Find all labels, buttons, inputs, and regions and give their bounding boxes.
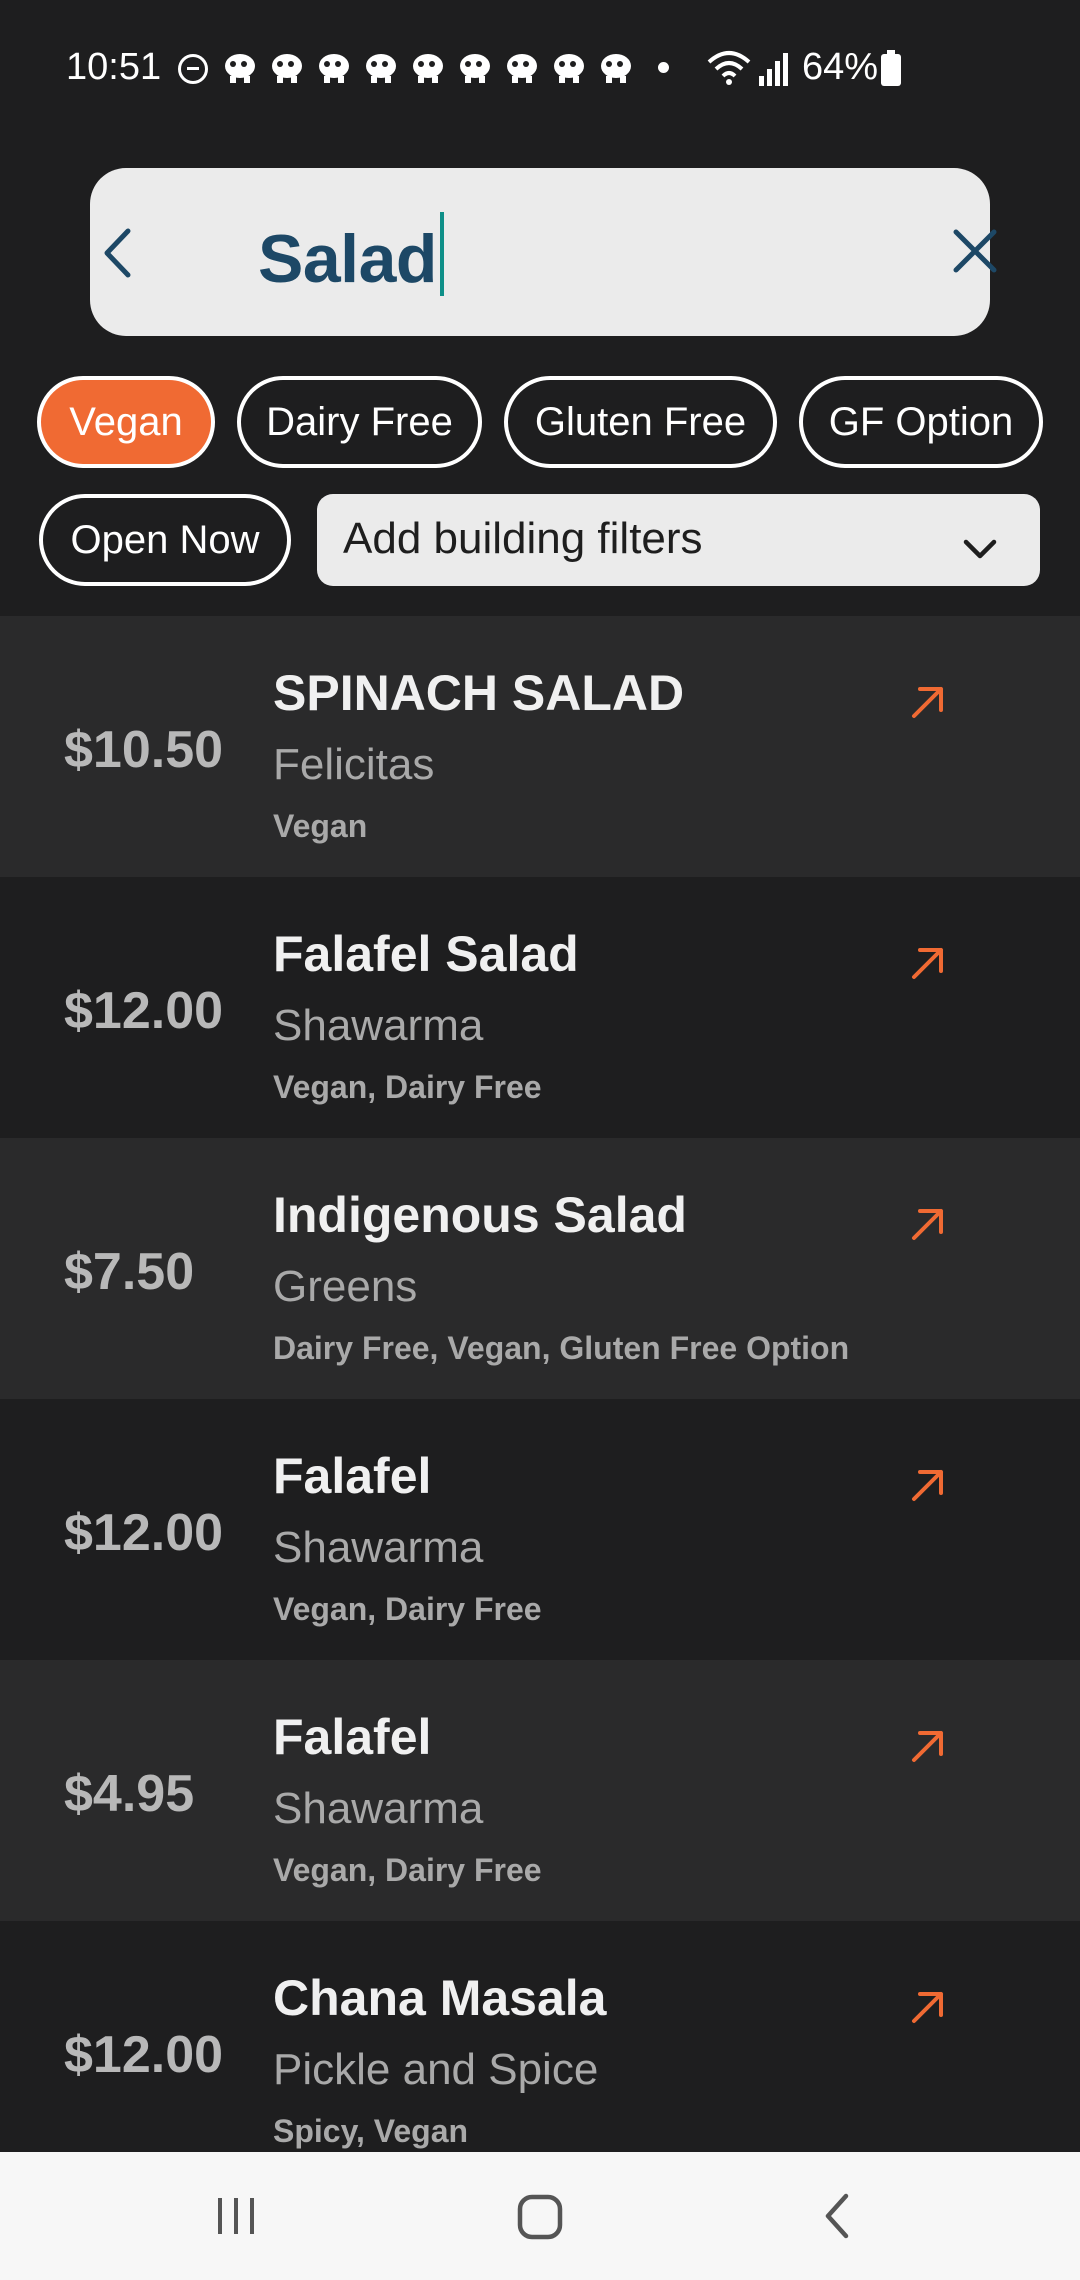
list-item[interactable]: $12.00 Falafel Salad Shawarma Vegan, Dai…: [0, 877, 1080, 1138]
notification-icon: [222, 50, 258, 84]
chip-label: Dairy Free: [266, 400, 453, 444]
item-venue: Shawarma: [273, 1523, 484, 1572]
chip-label: Open Now: [70, 518, 260, 562]
item-tags: Vegan: [273, 808, 368, 844]
arrow-up-right-icon[interactable]: [908, 1987, 948, 2032]
list-item[interactable]: $12.00 Chana Masala Pickle and Spice Spi…: [0, 1921, 1080, 2152]
chip-label: GF Option: [828, 400, 1014, 444]
chip-label: Vegan: [69, 400, 183, 444]
list-item[interactable]: $10.50 SPINACH SALAD Felicitas Vegan: [0, 616, 1080, 877]
list-item[interactable]: $7.50 Indigenous Salad Greens Dairy Free…: [0, 1138, 1080, 1399]
battery-percentage: 64%: [802, 46, 879, 88]
item-venue: Shawarma: [273, 1784, 484, 1833]
item-price: $10.50: [64, 721, 224, 779]
status-time: 10:51: [66, 46, 162, 88]
item-tags: Dairy Free, Vegan, Gluten Free Option: [273, 1330, 850, 1366]
search-bar[interactable]: Salad: [90, 168, 997, 336]
filter-chip-gluten-free[interactable]: Gluten Free: [504, 376, 777, 468]
item-tags: Spicy, Vegan: [273, 2113, 469, 2149]
item-name: Falafel Salad: [273, 926, 579, 982]
filter-chip-open-now[interactable]: Open Now: [39, 494, 291, 586]
arrow-up-right-icon[interactable]: [908, 1204, 948, 1249]
home-icon[interactable]: [517, 2194, 563, 2245]
item-name: Indigenous Salad: [273, 1187, 687, 1243]
item-price: $12.00: [64, 982, 224, 1040]
item-tags: Vegan, Dairy Free: [273, 1591, 542, 1627]
building-filter-label: Add building filters: [343, 514, 703, 563]
item-venue: Shawarma: [273, 1001, 484, 1050]
arrow-up-right-icon[interactable]: [908, 1726, 948, 1771]
arrow-up-right-icon[interactable]: [908, 682, 948, 727]
item-venue: Pickle and Spice: [273, 2045, 599, 2094]
filter-chip-dairy-free[interactable]: Dairy Free: [237, 376, 482, 468]
item-venue: Felicitas: [273, 740, 435, 789]
notification-icon: [504, 50, 540, 84]
back-icon[interactable]: [822, 2192, 852, 2245]
item-tags: Vegan, Dairy Free: [273, 1852, 542, 1888]
notification-icon: [269, 50, 305, 84]
item-name: Chana Masala: [273, 1970, 607, 2026]
search-query-text: Salad: [258, 221, 437, 297]
more-notifications-dot: [658, 62, 669, 73]
notification-icon: [457, 50, 493, 84]
arrow-up-right-icon[interactable]: [908, 943, 948, 988]
item-name: SPINACH SALAD: [273, 665, 685, 721]
do-not-disturb-icon: [178, 54, 208, 84]
notification-icons: [222, 50, 634, 84]
chip-label: Gluten Free: [534, 400, 747, 444]
search-input[interactable]: Salad: [258, 212, 444, 298]
notification-icon: [410, 50, 446, 84]
notification-icon: [316, 50, 352, 84]
text-caret: [439, 212, 444, 296]
arrow-up-right-icon[interactable]: [908, 1465, 948, 1510]
list-item[interactable]: $12.00 Falafel Shawarma Vegan, Dairy Fre…: [0, 1399, 1080, 1660]
item-price: $7.50: [64, 1243, 195, 1301]
results-list: $10.50 SPINACH SALAD Felicitas Vegan $12…: [0, 616, 1080, 2152]
chevron-down-icon: [963, 522, 997, 572]
filter-chip-gf-option[interactable]: GF Option: [799, 376, 1043, 468]
battery-icon: [880, 50, 902, 96]
item-price: $4.95: [64, 1765, 195, 1823]
item-tags: Vegan, Dairy Free: [273, 1069, 542, 1105]
item-venue: Greens: [273, 1262, 418, 1311]
signal-icon: [757, 50, 791, 96]
item-price: $12.00: [64, 1504, 224, 1562]
notification-icon: [598, 50, 634, 84]
screen: 10:51 64% Salad Vegan Dairy Free Gluten …: [0, 0, 1080, 2280]
item-name: Falafel: [273, 1709, 432, 1765]
system-nav-bar: [0, 2152, 1080, 2280]
filter-chip-vegan[interactable]: Vegan: [37, 376, 215, 468]
item-name: Falafel: [273, 1448, 432, 1504]
notification-icon: [363, 50, 399, 84]
list-item[interactable]: $4.95 Falafel Shawarma Vegan, Dairy Free: [0, 1660, 1080, 1921]
recent-apps-icon[interactable]: [214, 2196, 258, 2241]
building-filter-select[interactable]: Add building filters: [317, 494, 1040, 586]
wifi-icon: [706, 50, 752, 96]
status-bar: 10:51 64%: [0, 0, 1080, 140]
notification-icon: [551, 50, 587, 84]
item-price: $12.00: [64, 2026, 224, 2084]
